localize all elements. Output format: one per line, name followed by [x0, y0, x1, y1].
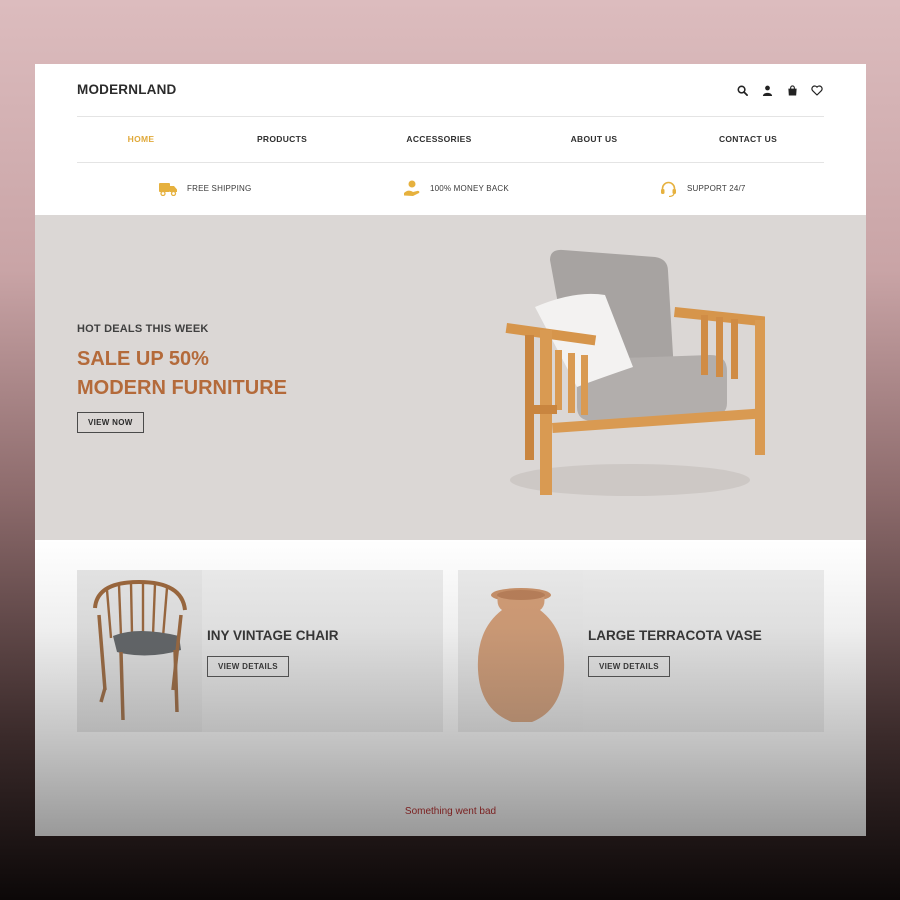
hero-headline: SALE UP 50% MODERN FURNITURE	[77, 345, 287, 403]
terracotta-vase-image	[458, 570, 583, 732]
product-card[interactable]: LARGE TERRACOTA VASE VIEW DETAILS	[458, 570, 824, 732]
bag-icon[interactable]	[785, 83, 799, 97]
feature-support: SUPPORT 24/7	[659, 180, 746, 197]
nav-about-us[interactable]: ABOUT US	[571, 116, 618, 162]
armchair-image	[505, 249, 765, 496]
view-details-button[interactable]: VIEW DETAILS	[588, 656, 670, 677]
site-header: MODERNLAND HOME PRODUCTS ACCESSORIES ABO…	[35, 64, 866, 215]
nav-accessories[interactable]: ACCESSORIES	[406, 116, 471, 162]
hero-eyebrow: HOT DEALS THIS WEEK	[77, 323, 209, 335]
feature-label: FREE SHIPPING	[187, 184, 252, 193]
view-details-button[interactable]: VIEW DETAILS	[207, 656, 289, 677]
nav-home[interactable]: HOME	[128, 116, 155, 162]
page-frame: MODERNLAND HOME PRODUCTS ACCESSORIES ABO…	[35, 64, 866, 836]
feature-money-back: 100% MONEY BACK	[402, 180, 509, 197]
header-divider-bottom	[77, 162, 824, 163]
brand-logo[interactable]: MODERNLAND	[77, 82, 177, 97]
feature-label: 100% MONEY BACK	[430, 184, 509, 193]
product-card[interactable]: INY VINTAGE CHAIR VIEW DETAILS	[77, 570, 443, 732]
feature-label: SUPPORT 24/7	[687, 184, 746, 193]
nav-products[interactable]: PRODUCTS	[257, 116, 307, 162]
user-icon[interactable]	[760, 83, 774, 97]
featured-products: INY VINTAGE CHAIR VIEW DETAILS LARGE TER…	[35, 540, 866, 836]
main-nav: HOME PRODUCTS ACCESSORIES ABOUT US CONTA…	[77, 116, 824, 162]
vintage-chair-image	[77, 570, 202, 732]
hero-headline-line1: SALE UP 50%	[77, 348, 209, 370]
search-icon[interactable]	[735, 83, 749, 97]
truck-icon	[159, 180, 178, 197]
money-hand-icon	[402, 180, 421, 197]
heart-icon[interactable]	[810, 83, 824, 97]
product-title[interactable]: INY VINTAGE CHAIR	[207, 628, 339, 643]
hero-headline-line2: MODERN FURNITURE	[77, 377, 287, 399]
error-message: Something went bad	[404, 806, 497, 817]
header-icons	[735, 83, 824, 97]
view-now-button[interactable]: VIEW NOW	[77, 412, 144, 433]
hero-banner: HOT DEALS THIS WEEK SALE UP 50% MODERN F…	[35, 215, 866, 540]
nav-contact-us[interactable]: CONTACT US	[719, 116, 777, 162]
product-title[interactable]: LARGE TERRACOTA VASE	[588, 628, 762, 643]
headset-icon	[659, 180, 678, 197]
feature-free-shipping: FREE SHIPPING	[159, 180, 251, 197]
